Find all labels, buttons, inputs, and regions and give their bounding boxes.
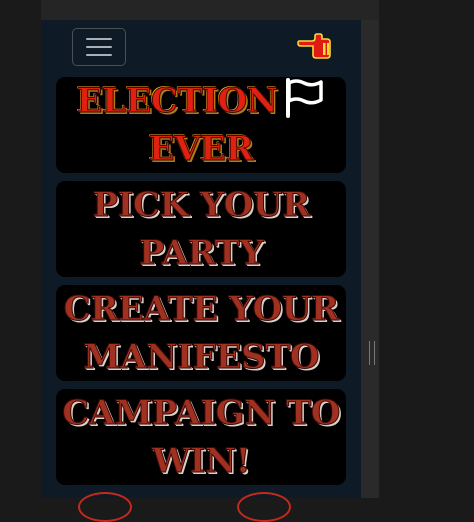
side-strip (361, 20, 379, 498)
flag-icon (286, 78, 324, 118)
pick-party-title: PICK YOUR PARTY (92, 181, 311, 277)
pick-party-line1: PICK YOUR (92, 185, 311, 226)
pointing-hand-icon[interactable] (297, 30, 333, 62)
election-card-title: ELECTION EVER (76, 77, 326, 173)
create-manifesto-line2: MANIFESTO (82, 337, 320, 378)
top-bar (41, 0, 379, 20)
bottom-option-2[interactable] (237, 492, 291, 522)
bottom-option-1[interactable] (78, 492, 132, 522)
campaign-title: CAMPAIGN TO WIN! (62, 389, 341, 485)
election-card-line2: EVER (148, 129, 254, 170)
campaign-line1: CAMPAIGN TO (62, 393, 341, 434)
create-manifesto-card[interactable]: CREATE YOUR MANIFESTO (56, 285, 346, 381)
create-manifesto-title: CREATE YOUR MANIFESTO (63, 285, 340, 381)
hamburger-menu-icon[interactable] (72, 28, 126, 66)
resize-handle[interactable] (369, 341, 375, 365)
campaign-card[interactable]: CAMPAIGN TO WIN! (56, 389, 346, 485)
create-manifesto-line1: CREATE YOUR (63, 289, 340, 330)
election-card[interactable]: ELECTION EVER (56, 77, 346, 173)
pick-party-card[interactable]: PICK YOUR PARTY (56, 181, 346, 277)
campaign-line2: WIN! (151, 441, 251, 482)
election-card-line1: ELECTION (76, 81, 278, 122)
pick-party-line2: PARTY (138, 233, 264, 274)
